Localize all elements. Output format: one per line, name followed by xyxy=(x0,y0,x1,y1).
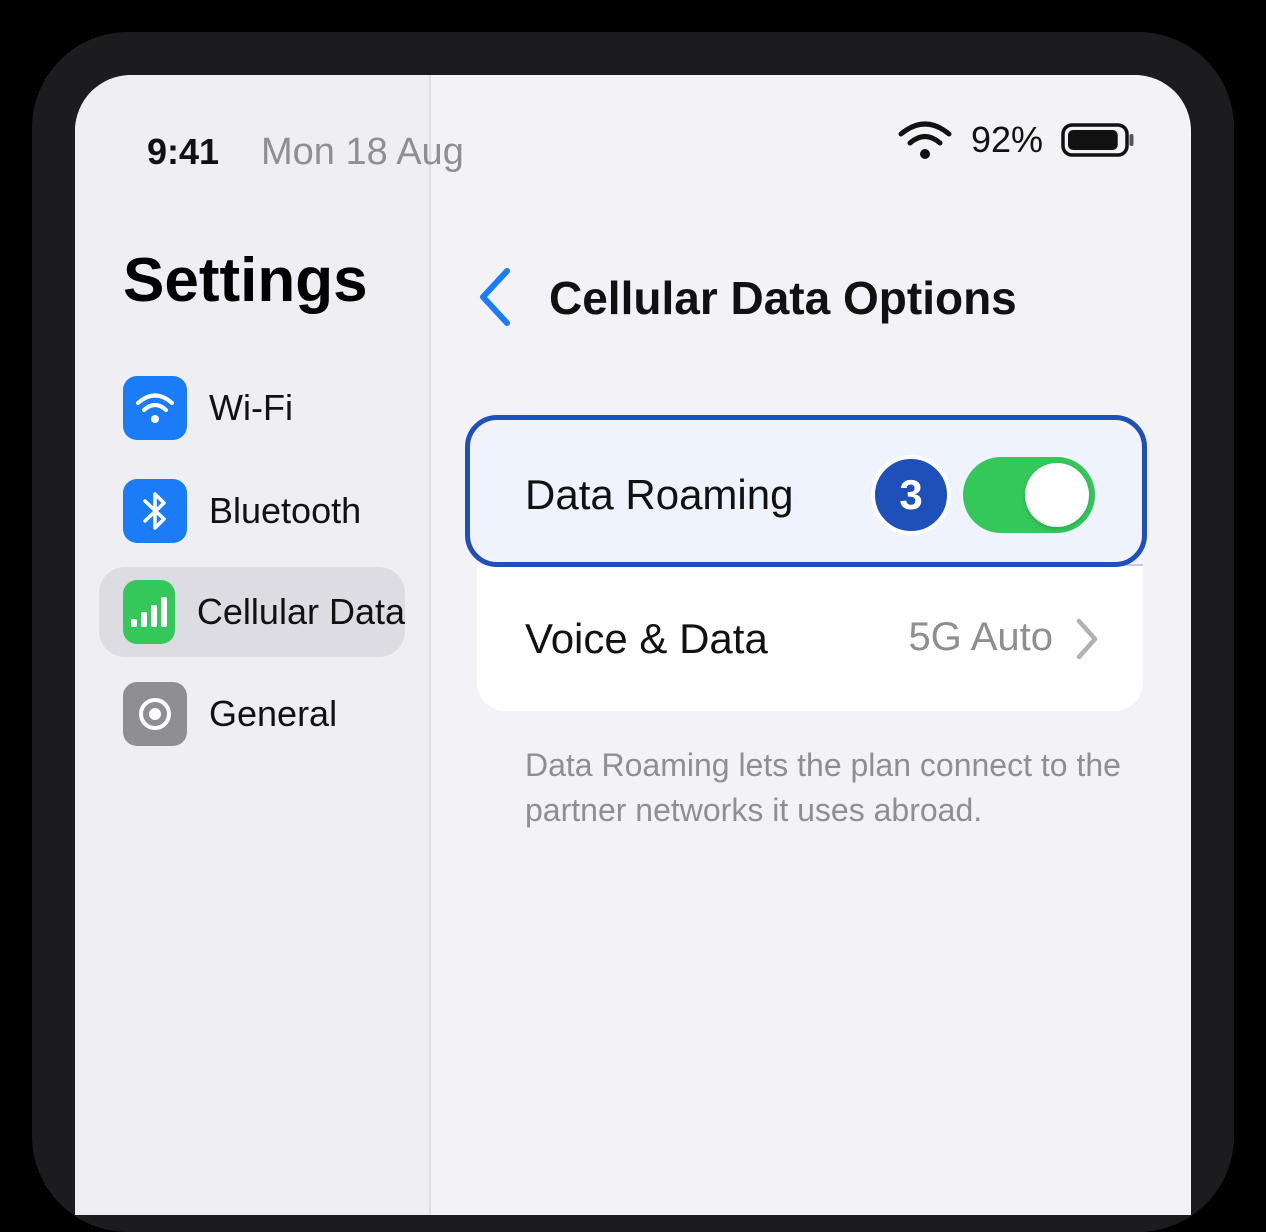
sidebar-title: Settings xyxy=(123,246,368,315)
data-roaming-toggle[interactable] xyxy=(963,457,1095,533)
wifi-icon xyxy=(123,376,187,440)
sidebar-item-label: Bluetooth xyxy=(209,490,362,531)
status-date: Mon 18 Aug xyxy=(261,131,464,173)
sidebar-item-label: General xyxy=(209,693,338,734)
gear-icon xyxy=(123,682,187,746)
page-title: Cellular Data Options xyxy=(549,272,1017,324)
battery-icon xyxy=(1061,123,1134,157)
cellular-bars-icon xyxy=(123,580,175,644)
status-bar-right: 92% xyxy=(897,119,1135,161)
sidebar-item-bluetooth[interactable]: Bluetooth xyxy=(99,466,405,556)
screen: 9:41 Mon 18 Aug Settings Wi-Fi Bluetooth xyxy=(75,75,1191,1215)
toggle-knob[interactable] xyxy=(1025,463,1089,527)
sidebar-item-general[interactable]: General xyxy=(99,669,405,759)
sidebar-item-label: Wi-Fi xyxy=(209,387,293,428)
voice-data-value[interactable]: 5G Auto xyxy=(908,615,1053,660)
sidebar-item-wifi[interactable]: Wi-Fi xyxy=(99,363,405,453)
step-badge: 3 xyxy=(871,455,951,535)
wifi-icon xyxy=(898,121,952,159)
sidebar: 9:41 Mon 18 Aug Settings Wi-Fi Bluetooth xyxy=(75,75,464,1215)
bluetooth-icon xyxy=(123,479,187,543)
sidebar-item-cellular-data[interactable]: Cellular Data xyxy=(99,567,405,657)
battery-percent: 92% xyxy=(970,119,1043,160)
footer-note: Data Roaming lets the plan connect to th… xyxy=(525,747,1121,828)
chevron-right-icon[interactable] xyxy=(1075,617,1099,661)
chevron-left-icon[interactable] xyxy=(471,265,519,329)
status-time: 9:41 xyxy=(147,131,220,172)
sidebar-item-label: Cellular Data xyxy=(196,591,405,632)
voice-data-label[interactable]: Voice & Data xyxy=(525,615,768,663)
